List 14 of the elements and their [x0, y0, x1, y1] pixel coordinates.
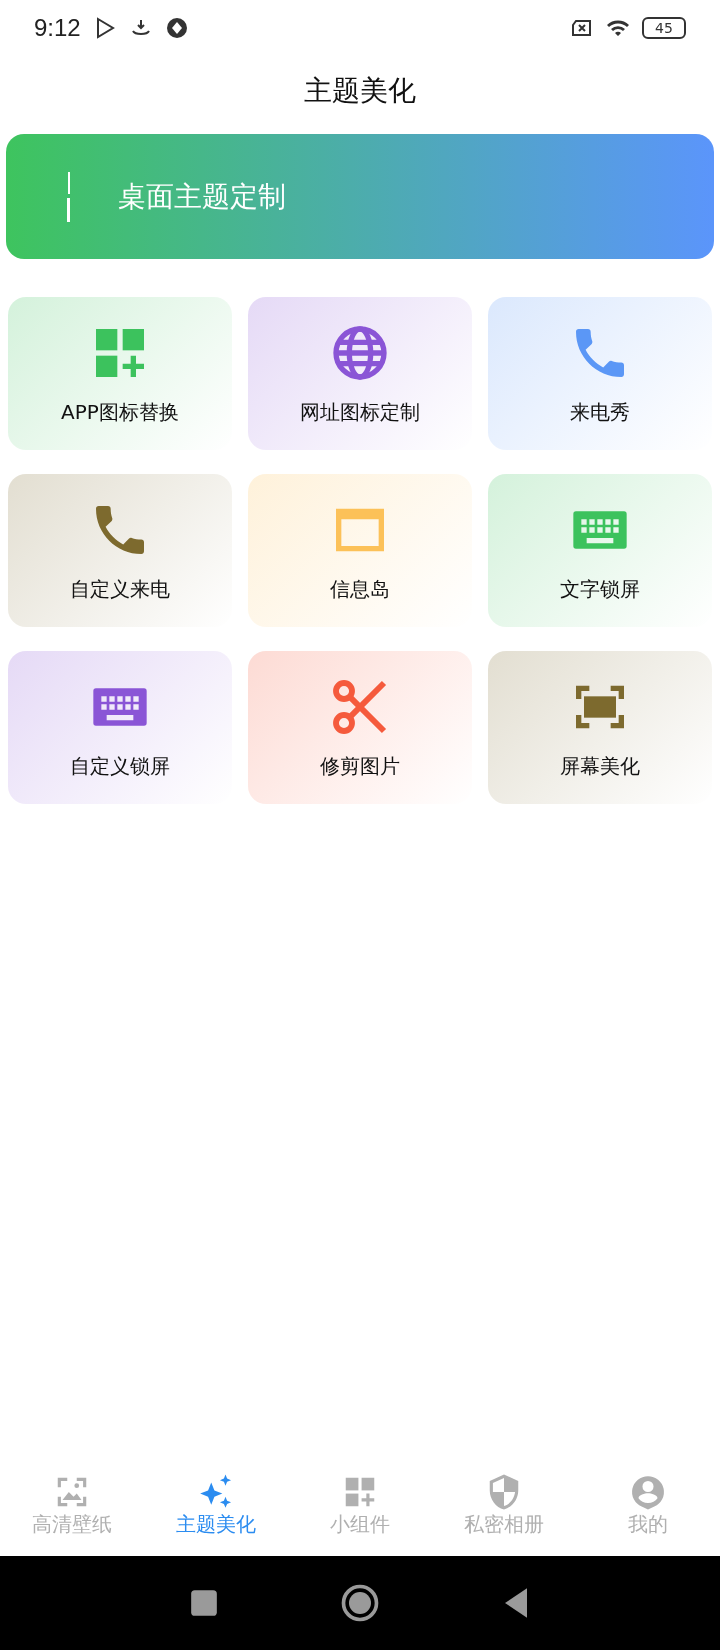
feature-tile[interactable]: 来电秀 [488, 297, 712, 450]
feature-tile[interactable]: 自定义锁屏 [8, 651, 232, 804]
page-title: 主题美化 [304, 73, 416, 109]
feature-tile[interactable]: 屏幕美化 [488, 651, 712, 804]
feature-tile[interactable]: APP图标替换 [8, 297, 232, 450]
feature-tile[interactable]: 自定义来电 [8, 474, 232, 627]
line-icon [66, 171, 72, 222]
aperture-icon [164, 16, 189, 40]
status-time: 9:12 [34, 14, 81, 42]
feature-tile[interactable]: 网址图标定制 [248, 297, 472, 450]
feature-tile[interactable]: 修剪图片 [248, 651, 472, 804]
battery-indicator: 45 [642, 17, 686, 39]
feature-tile[interactable]: 信息岛 [248, 474, 472, 627]
feature-tile[interactable]: 文字锁屏 [488, 474, 712, 627]
